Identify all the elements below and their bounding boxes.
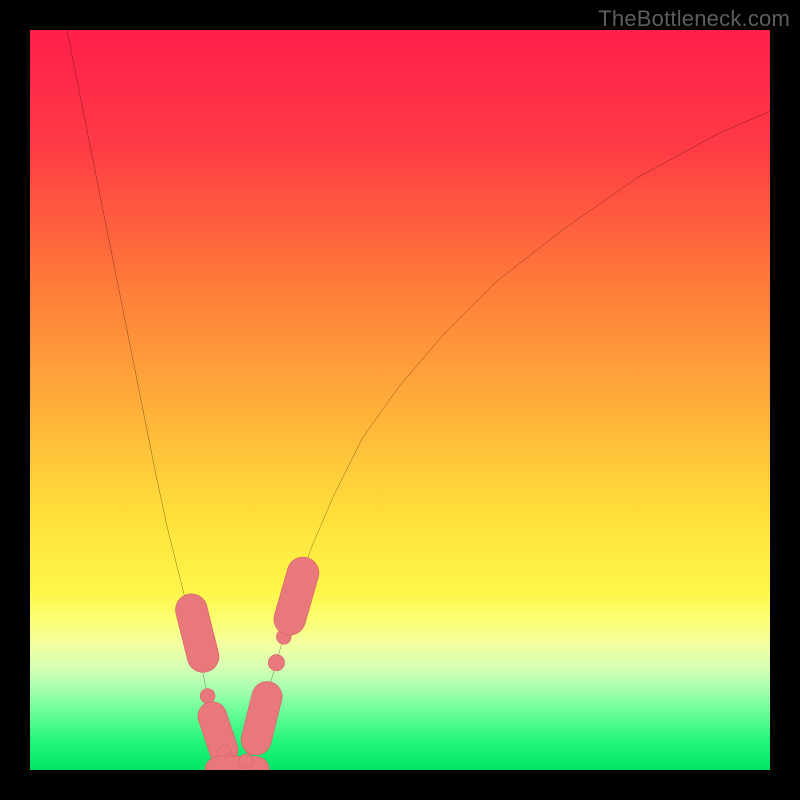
- marker-dot: [239, 754, 253, 768]
- marker-group: [191, 573, 303, 770]
- marker-pill: [290, 573, 303, 619]
- watermark-label: TheBottleneck.com: [598, 6, 790, 32]
- series-right-arm: [237, 111, 770, 770]
- marker-dot: [200, 689, 215, 704]
- series-group: [67, 30, 770, 770]
- marker-pill: [191, 610, 203, 657]
- stage: TheBottleneck.com: [0, 0, 800, 800]
- chart-plot: [30, 30, 770, 770]
- marker-dot: [268, 655, 284, 671]
- marker-pill: [256, 697, 267, 740]
- chart-curves: [30, 30, 770, 770]
- marker-pill: [212, 716, 223, 750]
